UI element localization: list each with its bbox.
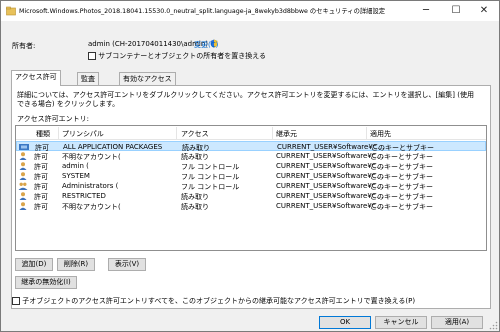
view-button[interactable]: 表示(V): [108, 258, 146, 271]
entry-inherited-from: CURRENT_USER¥Software¥C...: [277, 143, 385, 151]
entry-inherited-from: CURRENT_USER¥Software¥C...: [276, 162, 384, 170]
window-title: Microsoft.Windows.Photos_2018.18041.1553…: [19, 8, 386, 15]
replace-child-permissions-option[interactable]: 子オブジェクトのアクセス許可エントリすべてを、このオブジェクトからの継承可能なア…: [12, 296, 415, 306]
replace-child-permissions-label: 子オブジェクトのアクセス許可エントリすべてを、このオブジェクトからの継承可能なア…: [22, 297, 416, 305]
maximize-button[interactable]: ☐: [441, 1, 471, 21]
entry-principal: RESTRICTED: [62, 192, 106, 200]
entry-principal: 不明なアカウント(: [62, 203, 121, 211]
entry-inherited-from: CURRENT_USER¥Software¥C...: [276, 202, 384, 210]
group-icon: [18, 182, 28, 190]
user-icon: [19, 162, 27, 170]
apply-button[interactable]: 適用(A): [431, 316, 483, 329]
add-button[interactable]: 追加(D): [15, 258, 53, 271]
table-row[interactable]: 許可 ALL APPLICATION PACKAGES 読み取り CURRENT…: [16, 141, 486, 152]
group-icon: [19, 144, 29, 150]
advanced-security-settings-window: Microsoft.Windows.Photos_2018.18041.1553…: [0, 0, 500, 332]
column-divider[interactable]: [58, 127, 59, 139]
column-header-applies-to[interactable]: 適用先: [370, 129, 391, 139]
replace-child-permissions-checkbox[interactable]: [12, 297, 20, 305]
column-divider[interactable]: [366, 127, 367, 139]
table-row[interactable]: 許可 不明なアカウント( 読み取り CURRENT_USER¥Software¥…: [16, 201, 486, 211]
remove-button[interactable]: 削除(R): [57, 258, 95, 271]
table-row[interactable]: 許可 不明なアカウント( 読み取り CURRENT_USER¥Software¥…: [16, 151, 486, 161]
entry-inherited-from: CURRENT_USER¥Software¥C...: [276, 182, 384, 190]
table-row[interactable]: 許可 RESTRICTED 読み取り CURRENT_USER¥Software…: [16, 191, 486, 201]
owner-value: admin (CH-201704011430\admin): [88, 40, 209, 48]
permissions-description: 詳細については、アクセス許可エントリをダブルクリックしてください。アクセス許可エ…: [17, 91, 474, 108]
owner-label: 所有者:: [12, 42, 36, 50]
entry-principal: ALL APPLICATION PACKAGES: [63, 143, 163, 151]
close-button[interactable]: ✕: [469, 1, 499, 21]
table-row[interactable]: 許可 Administrators ( フル コントロール CURRENT_US…: [16, 181, 486, 191]
entry-access: 読み取り: [181, 203, 209, 211]
entry-applies-to: このキーとサブキー: [370, 203, 433, 211]
change-owner-link[interactable]: 変更(C): [194, 40, 218, 50]
user-icon: [19, 202, 27, 210]
entry-inherited-from: CURRENT_USER¥Software¥C...: [276, 192, 384, 200]
resize-grip-icon[interactable]: [489, 321, 498, 330]
column-header-type[interactable]: 種類: [36, 129, 50, 139]
entry-inherited-from: CURRENT_USER¥Software¥C...: [276, 152, 384, 160]
title-bar[interactable]: Microsoft.Windows.Photos_2018.18041.1553…: [1, 1, 499, 21]
column-header-principal[interactable]: プリンシパル: [62, 129, 104, 139]
permission-entries-caption: アクセス許可エントリ:: [17, 115, 90, 123]
table-row[interactable]: 許可 admin ( フル コントロール CURRENT_USER¥Softwa…: [16, 161, 486, 171]
entry-principal: Administrators (: [62, 182, 119, 190]
minimize-button[interactable]: ─: [411, 1, 441, 21]
folder-icon: [6, 6, 16, 16]
user-icon: [19, 172, 27, 180]
tab-permissions[interactable]: アクセス許可: [11, 70, 61, 86]
table-row[interactable]: 許可 SYSTEM フル コントロール CURRENT_USER¥Softwar…: [16, 171, 486, 181]
entry-inherited-from: CURRENT_USER¥Software¥C...: [276, 172, 384, 180]
user-icon: [19, 152, 27, 160]
tab-auditing[interactable]: 監査: [77, 72, 99, 86]
replace-owner-checkbox[interactable]: [88, 52, 96, 60]
ok-button[interactable]: OK: [319, 316, 371, 329]
column-divider[interactable]: [176, 127, 177, 139]
column-header-access[interactable]: アクセス: [181, 129, 209, 139]
entry-principal: admin (: [62, 162, 89, 170]
permission-entries-list[interactable]: 種類 プリンシパル アクセス 継承元 適用先 許可 ALL APPLICATIO…: [15, 125, 487, 251]
replace-owner-option[interactable]: サブコンテナーとオブジェクトの所有者を置き換える: [88, 51, 266, 61]
cancel-button[interactable]: キャンセル: [375, 316, 427, 329]
user-icon: [19, 192, 27, 200]
replace-owner-label: サブコンテナーとオブジェクトの所有者を置き換える: [98, 52, 267, 60]
column-divider[interactable]: [272, 127, 273, 139]
entry-principal: SYSTEM: [62, 172, 90, 180]
tab-effective-access[interactable]: 有効なアクセス: [119, 72, 176, 86]
entry-type: 許可: [34, 203, 48, 211]
disable-inheritance-button[interactable]: 継承の無効化(I): [15, 276, 77, 289]
list-header: 種類 プリンシパル アクセス 継承元 適用先: [16, 126, 486, 140]
column-header-inherited-from[interactable]: 継承元: [276, 129, 297, 139]
